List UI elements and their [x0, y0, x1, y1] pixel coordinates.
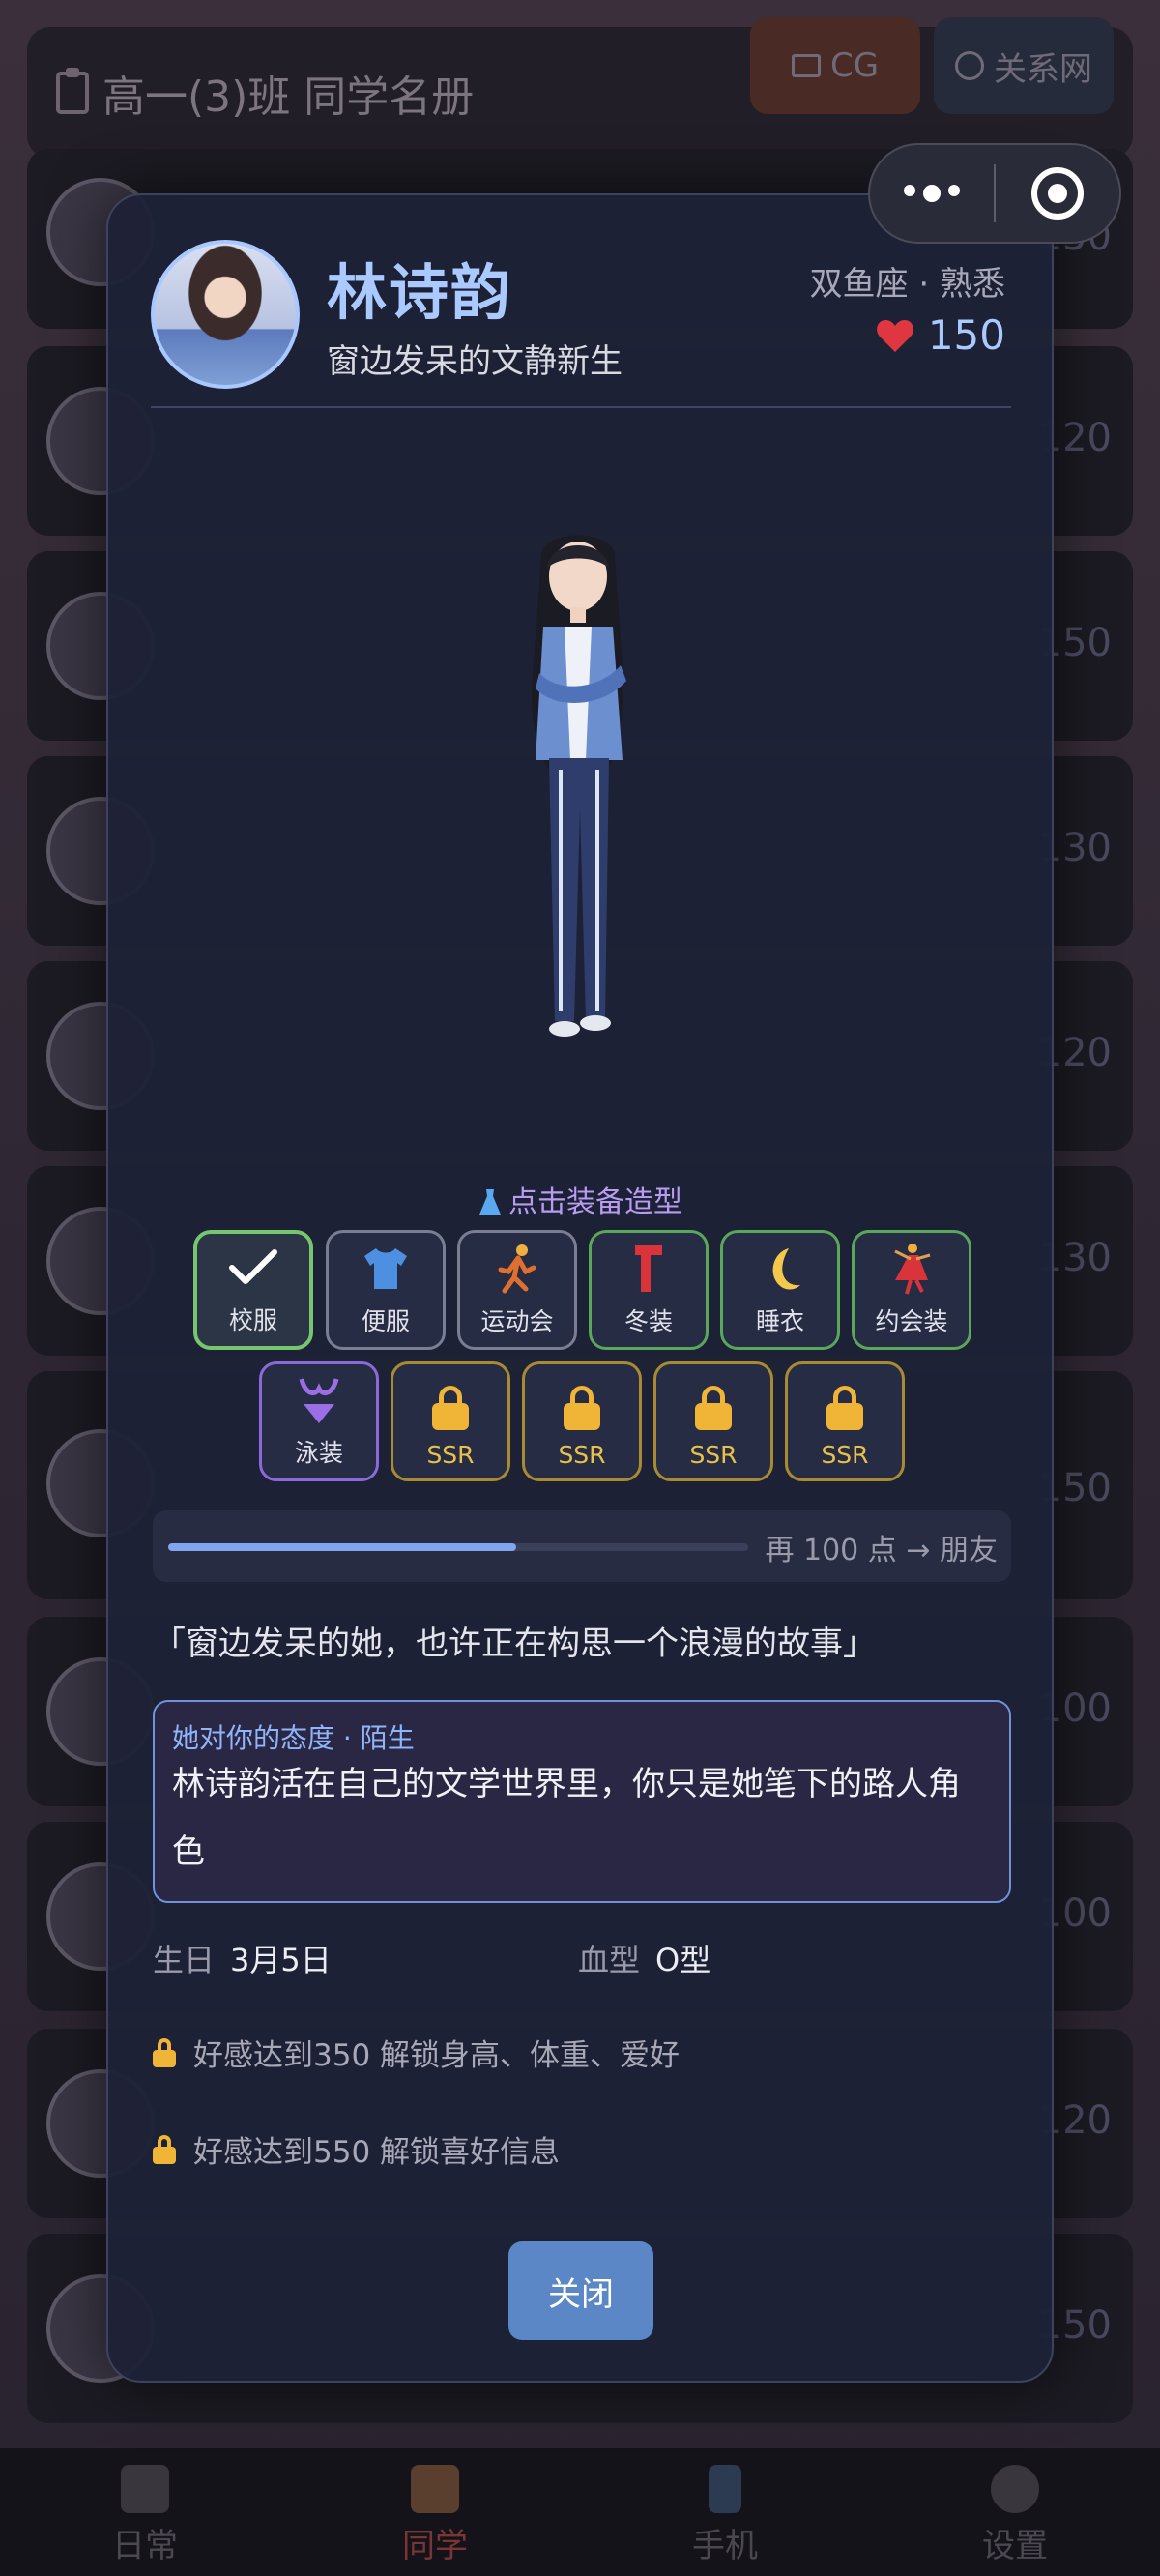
clipboard-icon — [56, 68, 89, 114]
outfit-title-text: 点击装备造型 — [508, 1186, 682, 1219]
bikini-icon — [299, 1378, 339, 1423]
progress-text: 再 100 点 → 朋友 — [765, 1534, 998, 1567]
outfit-label: 运动会 — [480, 1307, 554, 1335]
outfit-label: 冬装 — [624, 1307, 673, 1335]
tab-phone[interactable]: 手机 — [580, 2448, 870, 2576]
outfit-label: SSR — [821, 1441, 869, 1469]
affection-progress: 再 100 点 → 朋友 — [153, 1510, 1011, 1582]
outfit-tile-casual[interactable]: 便服 — [326, 1230, 446, 1350]
outfit-tile-pajamas[interactable]: 睡衣 — [720, 1230, 840, 1350]
gamepad-icon — [121, 2465, 169, 2513]
lock-icon — [153, 2037, 176, 2067]
outfit-tile-date[interactable]: 约会装 — [852, 1230, 972, 1350]
blood-type-info: 血型 O型 — [578, 1936, 710, 1980]
attitude-box: 她对你的态度 · 陌生 林诗韵活在自己的文学世界里，你只是她笔下的路人角色 — [153, 1700, 1011, 1903]
globe-icon — [955, 51, 984, 80]
relation-button[interactable]: 关系网 — [934, 17, 1114, 114]
unlock-hint-text: 好感达到550 解锁喜好信息 — [193, 2135, 561, 2170]
unlock-hint-text: 好感达到350 解锁身高、体重、爱好 — [193, 2038, 681, 2073]
outfit-label: 便服 — [361, 1307, 410, 1335]
scarf-icon — [635, 1245, 662, 1292]
outfit-tile-swimsuit[interactable]: 泳装 — [259, 1361, 379, 1481]
progress-track — [168, 1543, 748, 1551]
lock-icon — [153, 2134, 176, 2164]
runner-icon — [498, 1244, 536, 1294]
affection-value: 150 — [927, 311, 1005, 359]
heart-icon — [876, 319, 914, 352]
clipboard-icon — [411, 2465, 459, 2513]
tab-label: 设置 — [982, 2527, 1048, 2565]
bottom-tab-bar: 日常 同学 手机 设置 — [0, 2448, 1160, 2576]
unlock-hint: 好感达到350 解锁身高、体重、爱好 — [153, 2031, 680, 2074]
close-button[interactable]: 关闭 — [508, 2241, 653, 2340]
outfit-tile-ssr-locked[interactable]: SSR — [391, 1361, 510, 1481]
birthday-info: 生日 3月5日 — [153, 1936, 332, 1980]
cg-button[interactable]: CG — [750, 17, 920, 114]
roster-title: 高一(3)班 同学名册 — [56, 62, 474, 124]
outfit-tile-ssr-locked[interactable]: SSR — [522, 1361, 642, 1481]
tab-daily[interactable]: 日常 — [0, 2448, 290, 2576]
outfit-label: 校服 — [228, 1306, 277, 1334]
character-profile-modal: 林诗韵 窗边发呆的文静新生 双鱼座 · 熟悉 150 点击装备造型 校服 便服 — [106, 193, 1054, 2383]
tab-label: 日常 — [112, 2527, 178, 2565]
character-avatar — [151, 240, 300, 389]
outfit-section-title: 点击装备造型 — [108, 1178, 1052, 1220]
blood-type-value: O型 — [655, 1942, 711, 1978]
progress-fill — [168, 1543, 516, 1551]
blood-type-label: 血型 — [578, 1942, 641, 1978]
outfit-label: 泳装 — [294, 1439, 343, 1467]
lock-icon — [564, 1386, 600, 1430]
lock-icon — [826, 1386, 863, 1430]
relation-button-label: 关系网 — [994, 49, 1092, 89]
affection-display: 150 — [876, 311, 1005, 359]
attitude-body: 林诗韵活在自己的文学世界里，你只是她笔下的路人角色 — [172, 1765, 961, 1871]
character-illustration — [531, 535, 626, 1037]
lock-icon — [695, 1386, 732, 1430]
character-name: 林诗韵 — [327, 257, 513, 328]
miniprogram-capsule — [868, 143, 1121, 244]
gear-icon — [991, 2465, 1039, 2513]
outfit-label: SSR — [426, 1441, 475, 1469]
character-meta: 双鱼座 · 熟悉 — [809, 265, 1005, 304]
tab-label: 手机 — [692, 2527, 758, 2565]
roster-title-text: 高一(3)班 同学名册 — [102, 73, 475, 122]
birthday-value: 3月5日 — [230, 1942, 332, 1978]
phone-icon — [709, 2465, 741, 2513]
moon-icon — [772, 1248, 800, 1290]
outfit-tile-sports[interactable]: 运动会 — [457, 1230, 577, 1350]
dress-icon — [479, 1189, 501, 1215]
outfit-label: 睡衣 — [755, 1307, 804, 1335]
tab-classmates[interactable]: 同学 — [290, 2448, 580, 2576]
outfit-tile-ssr-locked[interactable]: SSR — [785, 1361, 905, 1481]
character-subtitle: 窗边发呆的文静新生 — [327, 342, 623, 381]
outfit-tile-ssr-locked[interactable]: SSR — [653, 1361, 773, 1481]
more-options-icon[interactable] — [870, 185, 994, 202]
lock-icon — [432, 1386, 469, 1430]
picture-icon — [791, 54, 821, 77]
outfit-tile-uniform[interactable]: 校服 — [193, 1230, 313, 1350]
tshirt-icon — [364, 1248, 407, 1289]
outfit-label: SSR — [689, 1441, 738, 1469]
header-divider — [151, 406, 1011, 408]
unlock-hint: 好感达到550 解锁喜好信息 — [153, 2127, 560, 2171]
tab-settings[interactable]: 设置 — [870, 2448, 1160, 2576]
outfit-label: 约会装 — [875, 1307, 948, 1335]
character-quote: 「窗边发呆的她，也许正在构思一个浪漫的故事」 — [153, 1625, 876, 1663]
cg-button-label: CG — [829, 46, 880, 85]
outfit-tile-winter[interactable]: 冬装 — [589, 1230, 709, 1350]
outfit-label: SSR — [558, 1441, 606, 1469]
birthday-label: 生日 — [153, 1942, 216, 1978]
exit-miniprogram-icon[interactable] — [996, 167, 1119, 220]
tab-label: 同学 — [402, 2527, 468, 2565]
check-icon — [229, 1249, 277, 1284]
dancer-icon — [894, 1244, 931, 1295]
